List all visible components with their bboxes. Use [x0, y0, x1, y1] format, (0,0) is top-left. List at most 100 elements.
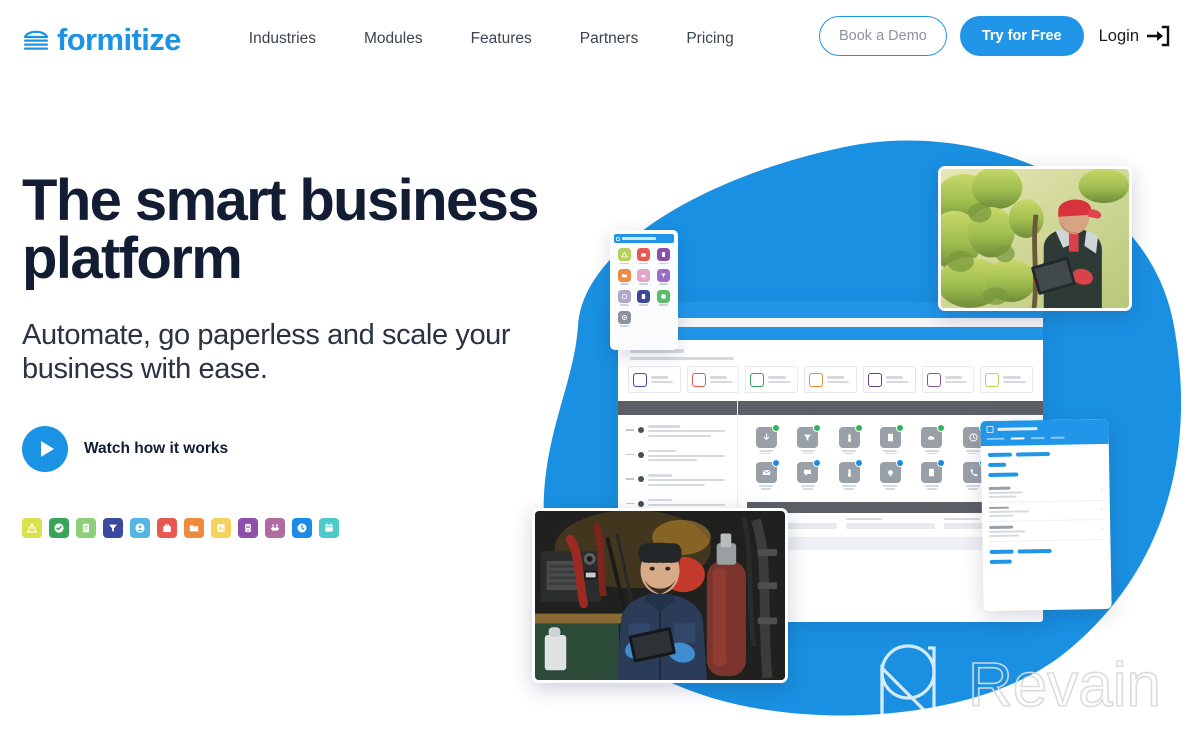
app-tile[interactable] [636, 268, 651, 285]
list-item[interactable] [626, 425, 729, 437]
book-demo-button[interactable]: Book a Demo [818, 16, 947, 56]
app-tile[interactable] [617, 268, 632, 285]
sidebar-header-bar [618, 401, 737, 415]
brand-name: formitize [57, 21, 181, 57]
watch-video-button[interactable]: Watch how it works [22, 426, 542, 473]
sign-in-arrow-icon [1142, 21, 1172, 51]
check-circle-icon [656, 289, 670, 303]
chart-icon[interactable] [211, 518, 231, 539]
main-header-bar [738, 401, 1043, 415]
dashboard-nav-bar [618, 327, 1043, 340]
nav-item-pricing[interactable]: Pricing [686, 30, 733, 48]
app-tile[interactable] [617, 289, 632, 306]
grid-item[interactable] [913, 424, 951, 455]
dashboard-spacer [618, 318, 1043, 327]
play-triangle [40, 441, 54, 458]
folder-icon[interactable] [184, 518, 204, 539]
formitize-wave-logo-icon [22, 26, 50, 52]
app-tile[interactable] [636, 248, 651, 264]
dashboard-tile[interactable] [921, 366, 975, 393]
app-tile[interactable] [617, 248, 632, 264]
app-tile[interactable] [656, 268, 671, 285]
login-label: Login [1098, 26, 1139, 45]
clock-icon[interactable] [292, 518, 312, 539]
check-circle-icon[interactable] [49, 518, 69, 539]
dashboard-tile[interactable] [686, 366, 740, 393]
try-for-free-button[interactable]: Try for Free [959, 16, 1084, 56]
phone-header-bar [614, 234, 674, 243]
technician-photo [532, 508, 788, 683]
menu-icon [986, 425, 994, 434]
field-worker-with-tablet-in-orchard [941, 169, 1129, 308]
dashboard-tile[interactable] [745, 366, 799, 393]
nav-item-industries[interactable]: Industries [249, 30, 316, 48]
app-tile[interactable] [656, 289, 671, 306]
gear-icon [618, 310, 632, 324]
grid-item[interactable] [788, 459, 826, 490]
grid-item[interactable] [913, 459, 951, 490]
grid-item[interactable] [747, 424, 785, 455]
document-icon [921, 459, 946, 484]
mobile-form-card: › › › [980, 418, 1112, 612]
module-icon-strip [22, 518, 542, 539]
form-list-item[interactable]: › [988, 500, 1104, 523]
thermometer-icon [838, 459, 863, 484]
device-icon[interactable] [238, 518, 258, 539]
grid-item[interactable] [830, 424, 868, 455]
dashboard-module-tiles [618, 366, 1043, 401]
form-list-item[interactable]: › [988, 481, 1103, 503]
form-list-item[interactable]: › [989, 520, 1104, 542]
nav-item-modules[interactable]: Modules [364, 30, 423, 48]
site-header: formitize Industries Modules Features Pa… [0, 0, 1190, 78]
form-card-body: › › › [981, 444, 1111, 576]
user-circle-icon[interactable] [130, 518, 150, 539]
hero-illustration: › › › [510, 130, 1190, 740]
grid-item[interactable] [788, 424, 826, 455]
grid-item[interactable] [830, 459, 868, 490]
primary-nav: Industries Modules Features Partners Pri… [249, 30, 734, 48]
folder-icon [618, 268, 632, 282]
hero-subheadline: Automate, go paperless and scale your bu… [22, 319, 511, 386]
dashboard-tile[interactable] [862, 366, 916, 393]
download-icon [755, 424, 780, 448]
bell-icon [879, 459, 904, 484]
dashboard-tile[interactable] [804, 366, 857, 393]
brand-logo[interactable]: formitize [22, 24, 181, 55]
grid-item[interactable] [871, 424, 909, 455]
document-icon [879, 424, 904, 448]
phone-app-mockup [610, 230, 678, 350]
list-item[interactable] [626, 449, 729, 462]
nav-item-features[interactable]: Features [471, 30, 532, 48]
login-link[interactable]: Login [1099, 21, 1172, 51]
calendar-icon[interactable] [319, 518, 339, 539]
chevron-right-icon: › [1100, 506, 1103, 514]
cloud-icon [921, 424, 946, 448]
dashboard-tile[interactable] [980, 366, 1034, 393]
filter-funnel-icon [656, 268, 670, 282]
chat-icon [797, 459, 822, 484]
clock-icon [618, 289, 632, 303]
document-icon [637, 289, 651, 303]
grid-item[interactable] [747, 459, 785, 490]
field-worker-photo [938, 166, 1132, 311]
briefcase-icon[interactable] [157, 518, 177, 539]
app-tile[interactable] [617, 310, 632, 327]
phone-app-grid [614, 248, 674, 327]
play-circle-icon [22, 426, 68, 473]
handshake-icon[interactable] [265, 518, 285, 539]
briefcase-icon [637, 248, 651, 261]
dashboard-tile[interactable] [628, 366, 681, 393]
list-item[interactable] [626, 474, 729, 486]
app-tile[interactable] [636, 289, 651, 306]
header-actions: Book a Demo Try for Free Login [818, 16, 1172, 56]
mail-icon [755, 459, 780, 484]
thermometer-icon [838, 424, 863, 448]
document-icon[interactable] [76, 518, 96, 539]
nav-item-partners[interactable]: Partners [580, 30, 639, 48]
filter-funnel-icon[interactable] [103, 518, 123, 539]
app-tile[interactable] [656, 248, 671, 264]
grid-item[interactable] [871, 459, 909, 490]
form-card-header [980, 418, 1109, 447]
warning-triangle-icon[interactable] [22, 518, 42, 539]
warning-triangle-icon [618, 248, 632, 261]
